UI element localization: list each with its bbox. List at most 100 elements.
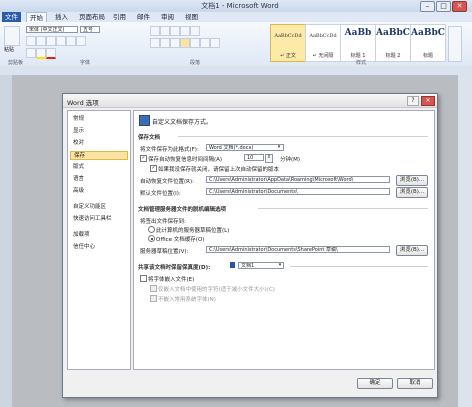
style-name: 标题	[422, 53, 433, 59]
radio-server-drafts[interactable]	[148, 226, 155, 233]
horizontal-ruler	[0, 66, 472, 76]
numbering-icon[interactable]	[160, 26, 170, 36]
browse-default-button[interactable]: 浏览(B)...	[396, 187, 428, 198]
dialog-title: Word 选项	[67, 99, 99, 107]
chevron-down-icon: ▾	[278, 262, 282, 268]
radio-office-cache[interactable]	[148, 235, 155, 242]
nav-advanced[interactable]: 高级	[70, 187, 128, 196]
autorecover-minutes-field[interactable]: 10	[244, 154, 264, 161]
align-left-icon[interactable]	[150, 38, 160, 48]
maximize-button[interactable]: □	[436, 1, 451, 12]
tab-mailings[interactable]: 邮件	[134, 12, 153, 22]
server-drafts-field[interactable]: C:\Users\Administrator\Documents\SharePo…	[206, 246, 390, 253]
tab-insert[interactable]: 插入	[52, 12, 71, 22]
decrease-indent-icon[interactable]	[180, 26, 190, 36]
vertical-ruler	[0, 75, 12, 407]
nav-proofing[interactable]: 校对	[70, 139, 128, 148]
autorecover-checkbox[interactable]: ✓	[140, 155, 147, 162]
bold-icon[interactable]	[26, 36, 36, 46]
multilevel-list-icon[interactable]	[170, 26, 180, 36]
bullets-icon[interactable]	[150, 26, 160, 36]
word-options-dialog: Word 选项 ? ✕ 常规 显示 校对 保存 版式 语言 高级 自定义功能区 …	[62, 93, 438, 398]
shading-icon[interactable]	[200, 38, 210, 48]
style-heading-2[interactable]: AaBbC 标题 2	[375, 24, 411, 62]
minimize-button[interactable]: –	[420, 1, 435, 12]
font-color-icon[interactable]	[46, 48, 56, 59]
tab-view[interactable]: 视图	[182, 12, 201, 22]
section-divider	[258, 208, 428, 209]
tab-file[interactable]: 文件	[2, 12, 21, 22]
dialog-close-button[interactable]: ✕	[421, 96, 435, 106]
highlight-icon[interactable]	[36, 48, 46, 59]
change-styles-icon[interactable]	[448, 26, 462, 62]
increase-indent-icon[interactable]	[190, 26, 200, 36]
embed-used-chars-checkbox[interactable]	[150, 285, 157, 292]
font-name-box[interactable]: 宋体 (中文正文)	[26, 26, 78, 33]
checkout-label: 将签出文件保存到:	[140, 219, 186, 225]
autorecover-location-label: 自动恢复文件位置(R):	[140, 179, 194, 185]
group-font: 字体	[80, 60, 91, 66]
nav-trust-center[interactable]: 信任中心	[70, 243, 128, 252]
paste-icon[interactable]	[4, 26, 20, 46]
style-sample: AaBbCcDd	[274, 33, 302, 39]
nav-add-ins[interactable]: 加载项	[70, 231, 128, 240]
nav-layout[interactable]: 版式	[70, 163, 128, 172]
browse-autorecover-button[interactable]: 浏览(B)...	[396, 175, 428, 186]
nav-general[interactable]: 常规	[70, 115, 128, 124]
style-no-spacing[interactable]: AaBbCcDd ↵ 无间隔	[305, 24, 341, 62]
nav-quick-access-toolbar[interactable]: 快速访问工具栏	[70, 215, 128, 224]
nav-language[interactable]: 语言	[70, 175, 128, 184]
section-fidelity: 共享该文档时保留保真度(D):	[138, 265, 211, 271]
vertical-scrollbar[interactable]	[458, 75, 472, 407]
embed-fonts-checkbox[interactable]	[140, 275, 147, 282]
cancel-button[interactable]: 取消	[397, 378, 433, 389]
close-window-button[interactable]: ✕	[452, 1, 467, 12]
radio-server-drafts-label: 此计算机的服务器草稿位置(L)	[156, 228, 230, 234]
font-size-box[interactable]: 五号	[80, 26, 100, 33]
nav-customize-ribbon[interactable]: 自定义功能区	[70, 203, 128, 212]
style-title[interactable]: AaBbC 标题	[410, 24, 446, 62]
style-heading-1[interactable]: AaBb 标题 1	[340, 24, 376, 62]
italic-icon[interactable]	[36, 36, 46, 46]
borders-icon[interactable]	[210, 38, 220, 48]
word-window-title: 文档1 - Microsoft Word	[201, 2, 279, 10]
tab-references[interactable]: 引用	[110, 12, 129, 22]
radio-office-cache-label: Office 文档缓存(O)	[156, 237, 205, 243]
default-location-field[interactable]: C:\Users\Administrator\Documents\	[206, 188, 390, 195]
justify-icon[interactable]	[180, 38, 190, 48]
align-center-icon[interactable]	[160, 38, 170, 48]
section-divider	[178, 136, 428, 137]
style-normal[interactable]: AaBbCcDd ↵ 正文	[270, 24, 306, 62]
keep-last-version-checkbox[interactable]: ✓	[150, 165, 157, 172]
help-button[interactable]: ?	[407, 96, 419, 106]
superscript-icon[interactable]	[76, 36, 86, 46]
dialog-title-bar	[63, 94, 437, 108]
save-options-panel: 自定义文档保存方式。 保存文档 将文件保存为此格式(F): Word 文档(*.…	[133, 110, 435, 370]
group-paragraph: 段落	[190, 60, 201, 66]
text-effects-icon[interactable]	[26, 48, 36, 58]
nav-display[interactable]: 显示	[70, 127, 128, 136]
autorecover-label: 保存自动恢复信息时间间隔(A)	[148, 157, 223, 163]
tab-page-layout[interactable]: 页面布局	[76, 12, 108, 22]
tab-review[interactable]: 审阅	[158, 12, 177, 22]
underline-icon[interactable]	[46, 36, 56, 46]
stepper-icon[interactable]: ⇕	[265, 154, 273, 163]
align-right-icon[interactable]	[170, 38, 180, 48]
strikethrough-icon[interactable]	[56, 36, 66, 46]
autorecover-location-field[interactable]: C:\Users\Administrator\AppData\Roaming\M…	[206, 176, 390, 183]
style-name: ↵ 正文	[280, 53, 296, 59]
paste-label: 粘贴	[4, 47, 15, 53]
style-name: ↵ 无间隔	[312, 53, 334, 59]
nav-save[interactable]: 保存	[70, 151, 128, 160]
line-spacing-icon[interactable]	[190, 38, 200, 48]
style-sample: AaBbC	[376, 28, 410, 38]
browse-server-drafts-button[interactable]: 浏览(B)...	[396, 245, 428, 256]
section-divider	[290, 266, 428, 267]
keep-last-version-label: 如果我没保存就关闭，请保留上次自动保留的版本	[158, 167, 280, 173]
format-label: 将文件保存为此格式(F):	[140, 147, 199, 153]
subscript-icon[interactable]	[66, 36, 76, 46]
section-save-documents: 保存文档	[138, 135, 161, 141]
ok-button[interactable]: 确定	[357, 378, 393, 389]
no-common-fonts-checkbox[interactable]	[150, 295, 157, 302]
format-select[interactable]: Word 文档(*.docx)	[206, 144, 284, 151]
